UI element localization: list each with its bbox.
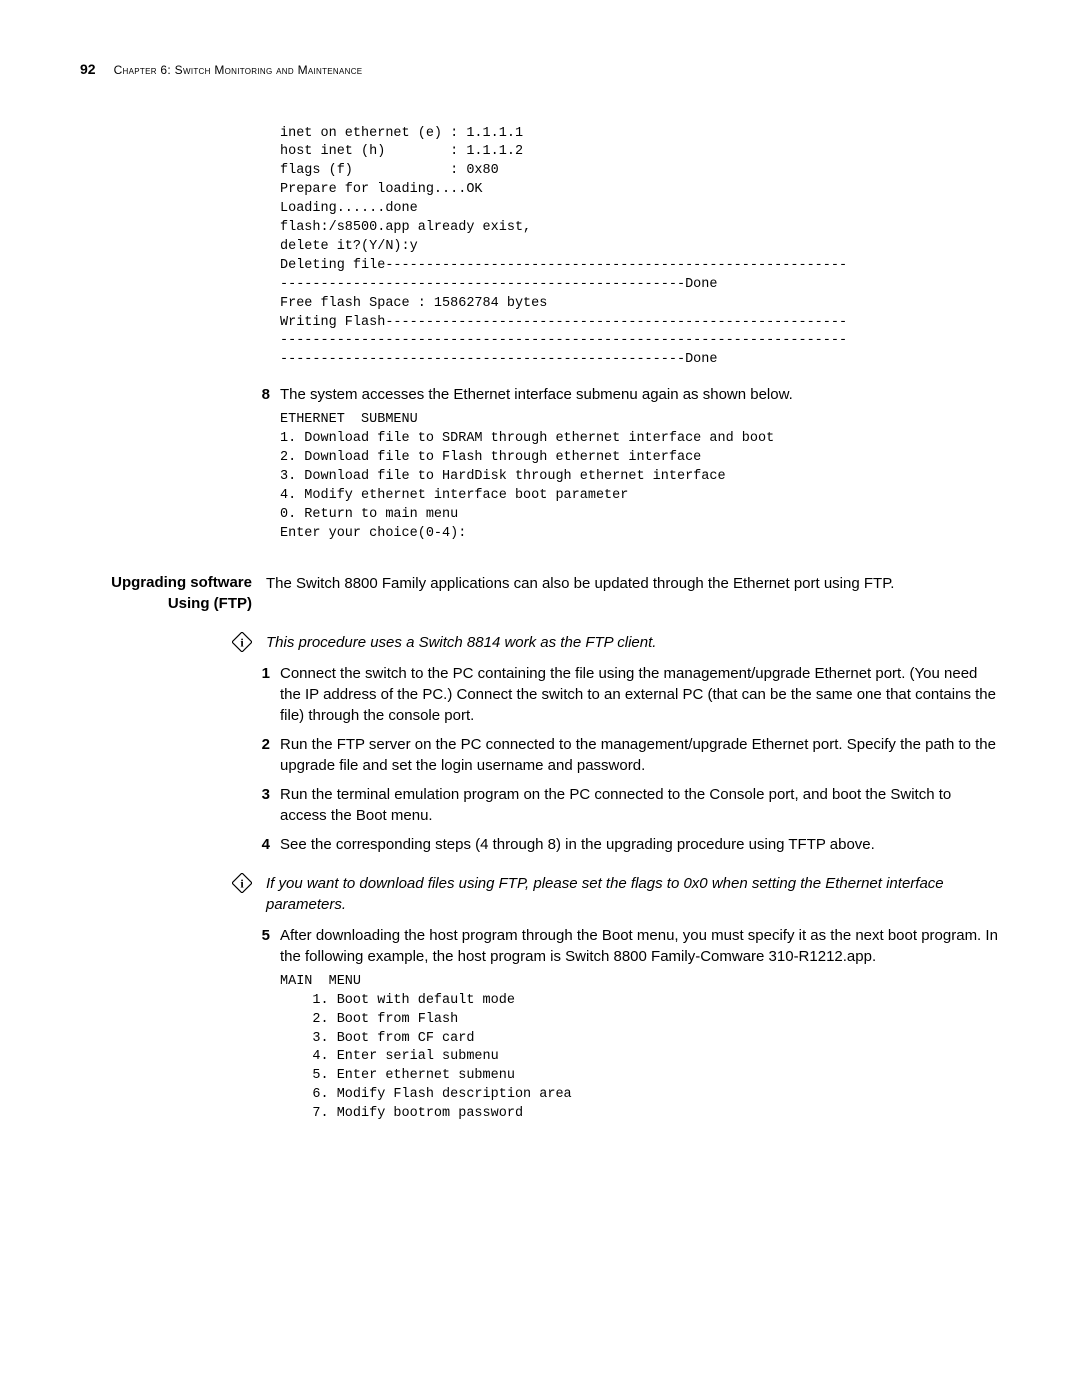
step-3: 3 Run the terminal emulation program on … [258, 784, 1000, 826]
step-8: 8 The system accesses the Ethernet inter… [258, 384, 1000, 405]
info-icon: i [232, 632, 252, 652]
step-text: See the corresponding steps (4 through 8… [280, 834, 1000, 855]
step-number: 8 [258, 384, 270, 405]
step-4: 4 See the corresponding steps (4 through… [258, 834, 1000, 855]
page-number: 92 [80, 60, 96, 80]
info-note-2: i If you want to download files using FT… [80, 873, 1000, 915]
step-text: After downloading the host program throu… [280, 925, 1000, 967]
terminal-output-main-menu: MAIN MENU 1. Boot with default mode 2. B… [280, 973, 1000, 1124]
step-text: Run the terminal emulation program on th… [280, 784, 1000, 826]
step-text: Connect the switch to the PC containing … [280, 663, 1000, 726]
step-number: 3 [258, 784, 270, 826]
info-note-1: i This procedure uses a Switch 8814 work… [80, 632, 1000, 653]
section-upgrading-ftp: Upgrading software Using (FTP) The Switc… [80, 573, 1000, 614]
svg-text:i: i [240, 876, 244, 890]
section-body: The Switch 8800 Family applications can … [266, 573, 1000, 614]
step-number: 4 [258, 834, 270, 855]
step-5: 5 After downloading the host program thr… [258, 925, 1000, 967]
step-2: 2 Run the FTP server on the PC connected… [258, 734, 1000, 776]
chapter-title: Chapter 6: Switch Monitoring and Mainten… [114, 62, 363, 79]
step-number: 1 [258, 663, 270, 726]
terminal-output-ethernet-submenu: ETHERNET SUBMENU 1. Download file to SDR… [280, 411, 1000, 543]
step-text: Run the FTP server on the PC connected t… [280, 734, 1000, 776]
page-header: 92 Chapter 6: Switch Monitoring and Main… [80, 60, 1000, 80]
info-text: This procedure uses a Switch 8814 work a… [266, 632, 1000, 653]
step-number: 5 [258, 925, 270, 967]
info-icon: i [232, 873, 252, 893]
info-text: If you want to download files using FTP,… [266, 873, 1000, 915]
step-number: 2 [258, 734, 270, 776]
section-label: Upgrading software Using (FTP) [80, 573, 252, 614]
step-text: The system accesses the Ethernet interfa… [280, 384, 1000, 405]
step-1: 1 Connect the switch to the PC containin… [258, 663, 1000, 726]
terminal-output-loading: inet on ethernet (e) : 1.1.1.1 host inet… [280, 125, 1000, 371]
svg-text:i: i [240, 635, 244, 649]
